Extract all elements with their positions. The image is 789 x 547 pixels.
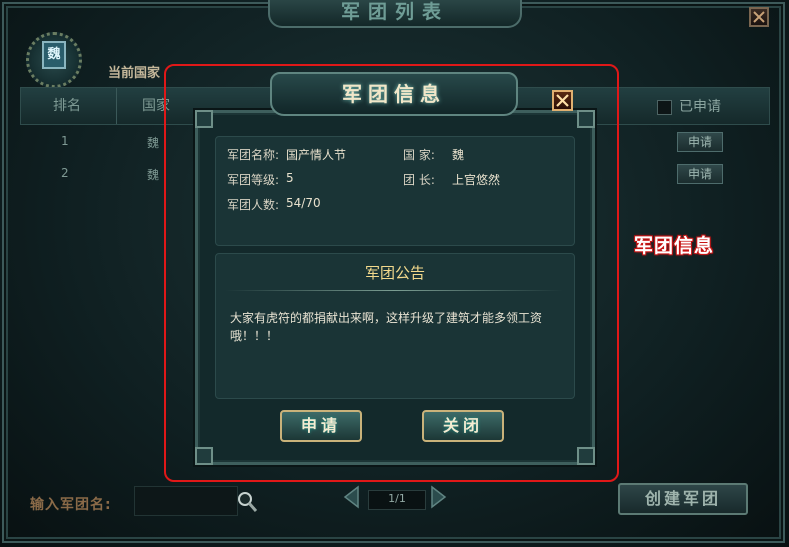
window-close-button[interactable]: [749, 7, 769, 27]
create-guild-button[interactable]: 创建军团: [618, 483, 748, 515]
row-country: 魏: [147, 136, 160, 150]
magnifier-icon: [238, 492, 258, 512]
window-title: 军团列表: [340, 1, 449, 23]
row-rank: 2: [61, 166, 69, 180]
row-rank: 1: [61, 134, 69, 148]
guild-name-input[interactable]: [134, 486, 238, 516]
close-icon: [753, 11, 765, 23]
emblem-badge: 魏: [42, 41, 66, 69]
current-country-label: 当前国家: [108, 66, 161, 81]
applied-filter-label: 已申请: [679, 99, 721, 115]
row-country: 魏: [147, 168, 160, 182]
highlight-box: [164, 64, 619, 482]
arrow-right-icon: [431, 485, 447, 509]
window-title-plate: 军团列表: [268, 0, 522, 28]
row-apply-button[interactable]: 申请: [677, 132, 723, 152]
next-page-button[interactable]: [426, 485, 450, 509]
annotation-label: 军团信息: [634, 235, 715, 257]
applied-filter-checkbox[interactable]: [657, 100, 672, 115]
page-indicator: 1/1: [368, 490, 426, 510]
country-emblem: 魏: [18, 32, 98, 88]
prev-page-button[interactable]: [340, 485, 364, 509]
column-rank: 排名: [53, 98, 81, 114]
search-label: 输入军团名:: [30, 497, 112, 513]
arrow-left-icon: [343, 485, 359, 509]
column-separator: [116, 88, 117, 124]
search-icon[interactable]: [236, 490, 258, 514]
row-apply-button[interactable]: 申请: [677, 164, 723, 184]
game-window: 军团列表 魏 当前国家 排名 国家 已申请 1 魏 申请 2 魏 申请 输入军团…: [0, 0, 789, 547]
